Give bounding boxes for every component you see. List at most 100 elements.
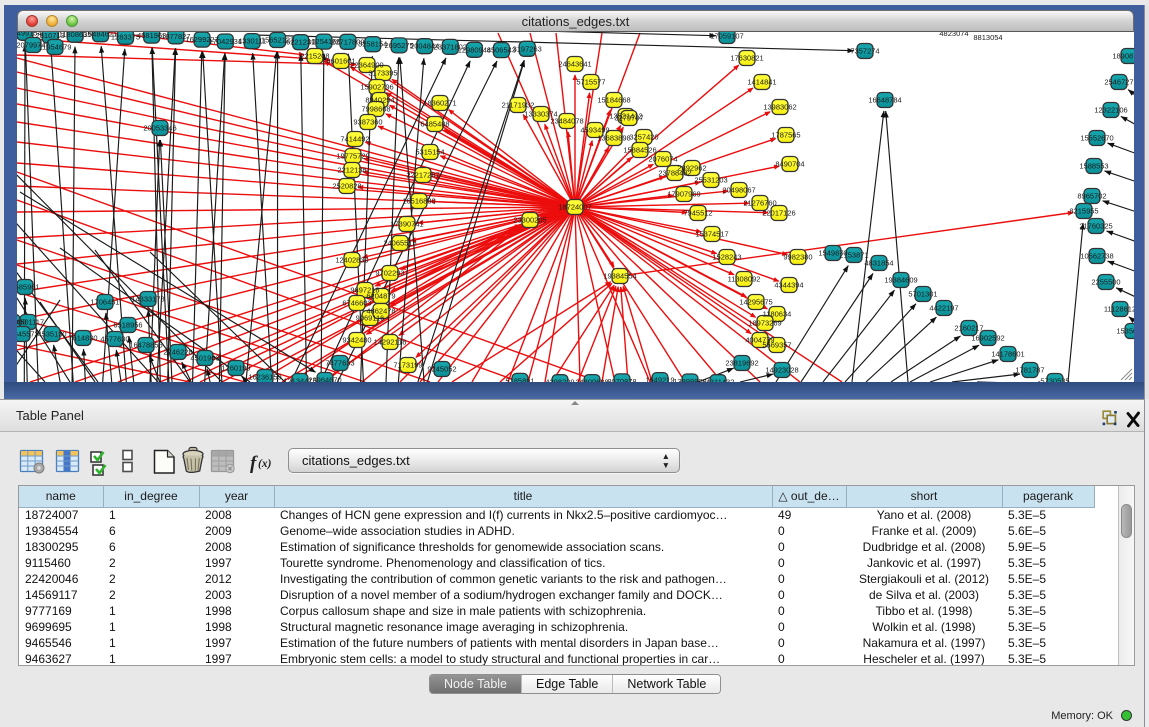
- svg-text:8490704: 8490704: [775, 160, 804, 169]
- svg-text:15184668: 15184668: [597, 96, 630, 105]
- svg-text:5730535: 5730535: [1040, 377, 1069, 383]
- svg-text:7357274: 7357274: [850, 47, 879, 56]
- svg-text:21171932: 21171932: [502, 101, 535, 110]
- svg-text:1649219: 1649219: [645, 376, 674, 382]
- svg-text:15350329: 15350329: [1116, 327, 1134, 336]
- svg-text:20053346: 20053346: [143, 124, 176, 133]
- svg-text:2520828: 2520828: [332, 182, 361, 191]
- svg-text:23300205: 23300205: [513, 216, 546, 225]
- svg-text:15552670: 15552670: [1080, 134, 1113, 143]
- svg-text:17630821: 17630821: [730, 54, 763, 63]
- svg-text:20498067: 20498067: [722, 186, 755, 195]
- svg-text:15902796: 15902796: [360, 83, 393, 92]
- svg-text:15374517: 15374517: [695, 230, 728, 239]
- svg-text:1528243: 1528243: [712, 253, 741, 262]
- svg-text:10562738: 10562738: [1080, 252, 1113, 261]
- svg-text:23484078: 23484078: [550, 117, 583, 126]
- svg-text:4501963: 4501963: [190, 354, 219, 363]
- svg-text:15884526: 15884526: [623, 146, 656, 155]
- svg-text:7414492: 7414492: [340, 135, 369, 144]
- svg-text:24845573: 24845573: [17, 330, 39, 339]
- svg-text:24065515: 24065515: [383, 239, 416, 248]
- svg-text:4535130: 4535130: [37, 330, 66, 339]
- svg-text:2215208: 2215208: [300, 52, 329, 61]
- svg-text:3585961: 3585961: [17, 283, 40, 292]
- svg-text:5185891: 5185891: [505, 376, 534, 382]
- svg-text:8965702: 8965702: [1077, 192, 1106, 201]
- svg-text:4298229: 4298229: [545, 378, 574, 382]
- svg-text:f: f: [250, 453, 258, 474]
- svg-text:9245052: 9245052: [427, 365, 456, 374]
- svg-text:9702293: 9702293: [375, 269, 404, 278]
- svg-text:9342480: 9342480: [342, 336, 371, 345]
- svg-text:9982380: 9982380: [783, 253, 812, 262]
- svg-text:21276760: 21276760: [743, 199, 776, 208]
- svg-text:2160217: 2160217: [954, 324, 983, 333]
- svg-text:21760325: 21760325: [1079, 222, 1112, 231]
- svg-text:5701301: 5701301: [908, 290, 937, 299]
- svg-text:11954679: 11954679: [39, 43, 72, 52]
- svg-text:8070878: 8070878: [607, 377, 636, 382]
- svg-text:1180634: 1180634: [763, 310, 792, 319]
- svg-text:4823074: 4823074: [939, 32, 968, 38]
- svg-text:18724007: 18724007: [558, 203, 591, 212]
- svg-text:9697218: 9697218: [350, 286, 379, 295]
- svg-text:14333178: 14333178: [131, 295, 164, 304]
- svg-text:1706451: 1706451: [90, 298, 119, 307]
- svg-text:7945512: 7945512: [683, 209, 712, 218]
- svg-text:8813054: 8813054: [973, 33, 1002, 42]
- svg-text:5715577: 5715577: [576, 78, 605, 87]
- svg-text:17059107: 17059107: [710, 32, 743, 41]
- svg-text:22017126: 22017126: [762, 209, 795, 218]
- svg-text:13683898: 13683898: [597, 134, 630, 143]
- svg-text:2892962: 2892962: [677, 164, 706, 173]
- svg-text:2246228: 2246228: [163, 348, 192, 357]
- svg-text:6485488: 6485488: [420, 120, 449, 129]
- svg-text:8215955: 8215955: [1069, 207, 1098, 216]
- svg-text:5569357: 5569357: [762, 341, 791, 350]
- svg-text:4831854: 4831854: [864, 259, 893, 268]
- svg-text:7477633: 7477633: [325, 359, 354, 368]
- svg-text:1787565: 1787565: [771, 131, 800, 140]
- svg-text:3197263: 3197263: [513, 44, 542, 53]
- svg-text:13983062: 13983062: [763, 103, 796, 112]
- svg-text:17042931: 17042931: [209, 37, 242, 46]
- svg-text:4577630: 4577630: [100, 335, 129, 344]
- svg-text:14295675: 14295675: [739, 298, 772, 307]
- svg-text:24800688: 24800688: [575, 378, 608, 382]
- svg-text:2212138: 2212138: [337, 166, 366, 175]
- svg-text:19775729: 19775729: [336, 152, 369, 161]
- svg-text:7614830: 7614830: [68, 334, 97, 343]
- svg-text:4422197: 4422197: [929, 304, 958, 313]
- svg-text:3173395: 3173395: [368, 69, 397, 78]
- svg-text:11308092: 11308092: [728, 275, 761, 284]
- svg-text:18360271: 18360271: [423, 99, 456, 108]
- svg-text:3257420: 3257420: [629, 133, 658, 142]
- svg-text:(x): (x): [258, 458, 272, 470]
- svg-text:22217287: 22217287: [406, 171, 439, 180]
- svg-text:18973269: 18973269: [748, 319, 781, 328]
- svg-text:18908762: 18908762: [1112, 52, 1134, 61]
- svg-text:11128612: 11128612: [1104, 305, 1134, 314]
- svg-text:16902592: 16902592: [971, 334, 1004, 343]
- svg-text:5315154: 5315154: [415, 148, 444, 157]
- svg-text:14923028: 14923028: [765, 366, 798, 375]
- svg-text:19384609: 19384609: [884, 276, 917, 285]
- svg-text:7173199: 7173199: [393, 361, 422, 370]
- svg-text:1260199: 1260199: [221, 364, 250, 373]
- svg-text:16236159: 16236159: [248, 373, 281, 382]
- svg-text:7998668: 7998668: [361, 105, 390, 114]
- svg-text:3258154: 3258154: [358, 40, 387, 49]
- svg-text:1283375: 1283375: [111, 32, 140, 41]
- svg-text:23964670: 23964670: [308, 376, 341, 383]
- svg-text:2076074: 2076074: [648, 155, 677, 164]
- svg-text:12402839: 12402839: [335, 256, 368, 265]
- svg-text:3279707: 3279707: [614, 114, 643, 123]
- svg-text:12322106: 12322106: [1094, 106, 1127, 115]
- svg-text:17907969: 17907969: [667, 190, 700, 199]
- svg-text:16516880: 16516880: [402, 197, 435, 206]
- svg-text:8940294: 8940294: [365, 96, 394, 105]
- svg-text:14311432: 14311432: [702, 378, 735, 382]
- svg-text:19384554: 19384554: [603, 272, 636, 281]
- svg-text:23819692: 23819692: [725, 359, 758, 368]
